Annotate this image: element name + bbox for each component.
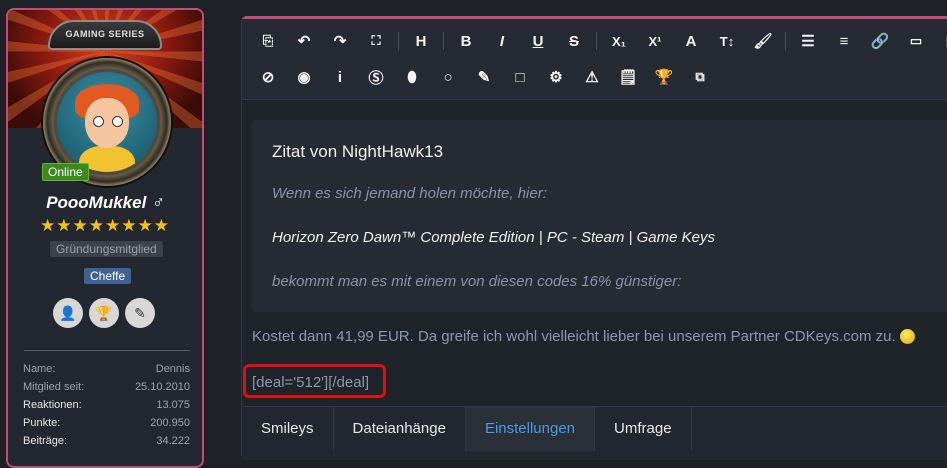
link-icon[interactable]: 🔗 [862,28,898,54]
bold-icon[interactable]: B [448,28,484,54]
quote-link[interactable]: Horizon Zero Dawn™ Complete Edition | PC… [272,229,715,246]
edit-icon[interactable]: ✎ [466,64,502,90]
superscript-icon[interactable]: X¹ [637,28,673,54]
quote-block: Zitat von NightHawk13 Wenn es sich jeman… [252,120,947,312]
profile-stats: Name: Dennis Mitglied seit: 25.10.2010 Rea… [23,360,190,450]
stat-name: Name: Dennis [23,363,190,375]
quote-line: Wenn es sich jemand holen möchte, hier: [272,185,547,202]
subscript-icon[interactable]: X₁ [601,28,637,54]
align-icon[interactable]: ≡ [826,28,862,54]
user-icon: 👤 [59,304,77,321]
profile-user-button[interactable]: 👤 [53,298,83,328]
banner-logo: GAMING SERIES [48,20,162,50]
rating-stars: ★★★★★★★★ [40,216,170,235]
strikethrough-icon[interactable]: S [556,28,592,54]
quote-title: Zitat von NightHawk13 [272,142,444,161]
deal-bbcode: [deal='512'][/deal] [252,374,370,391]
online-status-badge: Online [42,163,89,181]
spoiler-icon[interactable]: Ⓢ [358,64,394,90]
editor-content[interactable]: Zitat von NightHawk13 Wenn es sich jeman… [242,100,947,406]
user-profile-card: GAMING SERIES Online PoooMukkel ♂ ★★★★★★… [6,8,204,468]
gear-icon[interactable]: ⚙ [538,64,574,90]
paint-brush-icon[interactable]: 🖌 [745,28,781,54]
camera-icon[interactable]: ⧉ [682,64,718,90]
post-text: Kostet dann 41,99 EUR. Da greife ich woh… [252,328,915,345]
font-icon[interactable]: A [673,28,709,54]
warning-icon[interactable]: ⚠ [574,64,610,90]
trophy-icon: 🏆 [95,304,113,321]
trophy-icon[interactable]: 🏆 [646,64,682,90]
quote-line: bekommt man es mit einem von diesen code… [272,273,682,290]
stat-member-since: Mitglied seit: 25.10.2010 [23,381,190,393]
username[interactable]: PoooMukkel ♂ [8,193,202,213]
source-code-icon[interactable]: ⎘ [250,28,286,54]
rank-badge-primary: Gründungsmitglied [50,241,163,257]
image-icon[interactable]: ▭ [898,28,934,54]
rank-badge-secondary: Cheffe [84,268,132,284]
user-mention-icon[interactable]: ◉ [286,64,322,90]
post-editor: ⎘ ↶ ↷ ⛶ H B I U S X₁ X¹ A T↕ 🖌 ☰ ≡ 🔗 ▭ ▣… [241,16,947,460]
pencil-icon: ✎ [134,304,146,321]
tab-attachments[interactable]: Dateianhänge [334,407,466,451]
editor-tabs: Smileys Dateianhänge Einstellungen Umfra… [242,406,947,460]
note-icon[interactable]: 🗒 [610,64,646,90]
info-icon[interactable]: i [322,64,358,90]
tab-settings[interactable]: Einstellungen [465,407,596,451]
tab-smileys[interactable]: Smileys [242,407,334,451]
underline-icon[interactable]: U [520,28,556,54]
italic-icon[interactable]: I [484,28,520,54]
more-icon[interactable]: ▣ [934,28,947,54]
edit-profile-button[interactable]: ✎ [125,298,155,328]
circle-icon[interactable]: ○ [430,64,466,90]
o-badge-icon[interactable]: ⬮ [394,64,430,90]
editor-toolbar: ⎘ ↶ ↷ ⛶ H B I U S X₁ X¹ A T↕ 🖌 ☰ ≡ 🔗 ▭ ▣… [242,19,947,100]
text-size-icon[interactable]: T↕ [709,28,745,54]
square-icon[interactable]: □ [502,64,538,90]
tab-poll[interactable]: Umfrage [595,407,692,451]
trophy-button[interactable]: 🏆 [89,298,119,328]
redo-icon[interactable]: ↷ [322,28,358,54]
smiley-icon [899,329,915,344]
list-icon[interactable]: ☰ [790,28,826,54]
block-icon[interactable]: ⊘ [250,64,286,90]
stat-reactions: Reaktionen: 13.075 [23,399,190,411]
divider [24,350,190,351]
fullscreen-icon[interactable]: ⛶ [358,28,394,54]
undo-icon[interactable]: ↶ [286,28,322,54]
stat-posts: Beiträge: 34.222 [23,435,190,447]
heading-icon[interactable]: H [403,28,439,54]
stat-points: Punkte: 200.950 [23,417,190,429]
